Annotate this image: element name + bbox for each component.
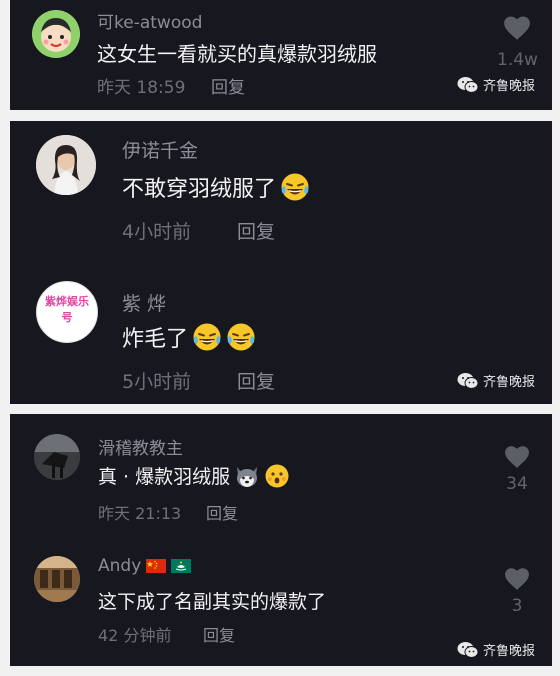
username[interactable]: 可ke-atwood (97, 8, 202, 33)
comment-text-label: 这下成了名副其实的爆款了 (98, 591, 327, 613)
reply-button[interactable]: 回复 (237, 367, 275, 394)
reply-button[interactable]: 回复 (206, 500, 238, 524)
watermark-label: 齐鲁晚报 (483, 644, 536, 659)
room-photo-icon (34, 556, 80, 602)
watermark-label: 齐鲁晚报 (483, 79, 536, 94)
laughing-tears-emoji-icon (227, 323, 255, 351)
comment-text: 这下成了名副其实的爆款了 (98, 587, 326, 614)
comment-panel-2: 伊诺千金 不敢穿羽绒服了 4小时前 回复 紫烨娱乐号 紫 烨 炸毛了 5小时前 … (10, 121, 552, 404)
avatar[interactable] (34, 556, 80, 602)
cartoon-face-icon (32, 10, 80, 58)
like-count: 34 (506, 474, 528, 494)
comment-text-label: 不敢穿羽绒服了 (122, 177, 277, 202)
wechat-icon (457, 641, 479, 658)
laughing-tears-emoji-icon (281, 173, 309, 201)
avatar-logo-text: 紫烨娱乐号 (45, 295, 89, 324)
avatar[interactable] (34, 434, 80, 480)
timestamp: 5小时前 (122, 371, 192, 393)
username[interactable]: Andy (98, 556, 192, 576)
wechat-icon (457, 372, 479, 389)
comment-text: 不敢穿羽绒服了 (122, 171, 310, 203)
reply-button[interactable]: 回复 (211, 73, 245, 98)
timestamp: 昨天 21:13 (98, 504, 182, 523)
comment-text: 炸毛了 (122, 321, 256, 353)
comment-text: 真 · 爆款羽绒服 (98, 462, 290, 489)
watermark: 齐鲁晚报 (457, 75, 535, 94)
watermark-label: 齐鲁晚报 (483, 375, 536, 390)
username-label: Andy (98, 556, 142, 576)
comment-text-label: 炸毛了 (122, 327, 189, 352)
timestamp: 42 分钟前 (98, 626, 172, 645)
surprised-emoji-icon (265, 464, 289, 487)
username[interactable]: 紫 烨 (122, 289, 166, 316)
user-photo-icon (36, 135, 96, 195)
comment-text: 这女生一看就买的真爆款羽绒服 (97, 38, 377, 67)
avatar[interactable] (32, 10, 80, 58)
reply-button[interactable]: 回复 (237, 217, 275, 244)
like-count: 1.4w (497, 50, 538, 70)
comment-panel-1: 可ke-atwood 这女生一看就买的真爆款羽绒服 昨天 18:59 回复 1.… (10, 0, 552, 110)
reply-button[interactable]: 回复 (203, 622, 235, 646)
username[interactable]: 伊诺千金 (122, 136, 198, 163)
timestamp: 4小时前 (122, 221, 192, 243)
heart-icon[interactable] (503, 444, 531, 469)
comment-text-label: 真 · 爆款羽绒服 (98, 466, 231, 488)
heart-icon[interactable] (503, 566, 531, 591)
username[interactable]: 滑稽教教主 (98, 434, 183, 459)
laughing-tears-emoji-icon (193, 323, 221, 351)
wechat-icon (457, 76, 479, 93)
macau-flag-icon (171, 559, 192, 573)
china-flag-icon (146, 559, 167, 573)
camera-photo-icon (34, 434, 80, 480)
comment-panel-3: 滑稽教教主 真 · 爆款羽绒服 昨天 21:13 回复 34 Andy 这下成了… (10, 414, 552, 666)
timestamp: 昨天 18:59 (97, 78, 186, 98)
watermark: 齐鲁晚报 (457, 371, 535, 390)
avatar[interactable]: 紫烨娱乐号 (36, 281, 98, 343)
watermark: 齐鲁晚报 (457, 640, 535, 659)
comment-text-label: 这女生一看就买的真爆款羽绒服 (97, 42, 377, 66)
avatar[interactable] (36, 135, 96, 195)
like-count: 3 (511, 596, 523, 616)
heart-icon[interactable] (502, 14, 532, 41)
husky-emoji-icon (237, 466, 258, 487)
